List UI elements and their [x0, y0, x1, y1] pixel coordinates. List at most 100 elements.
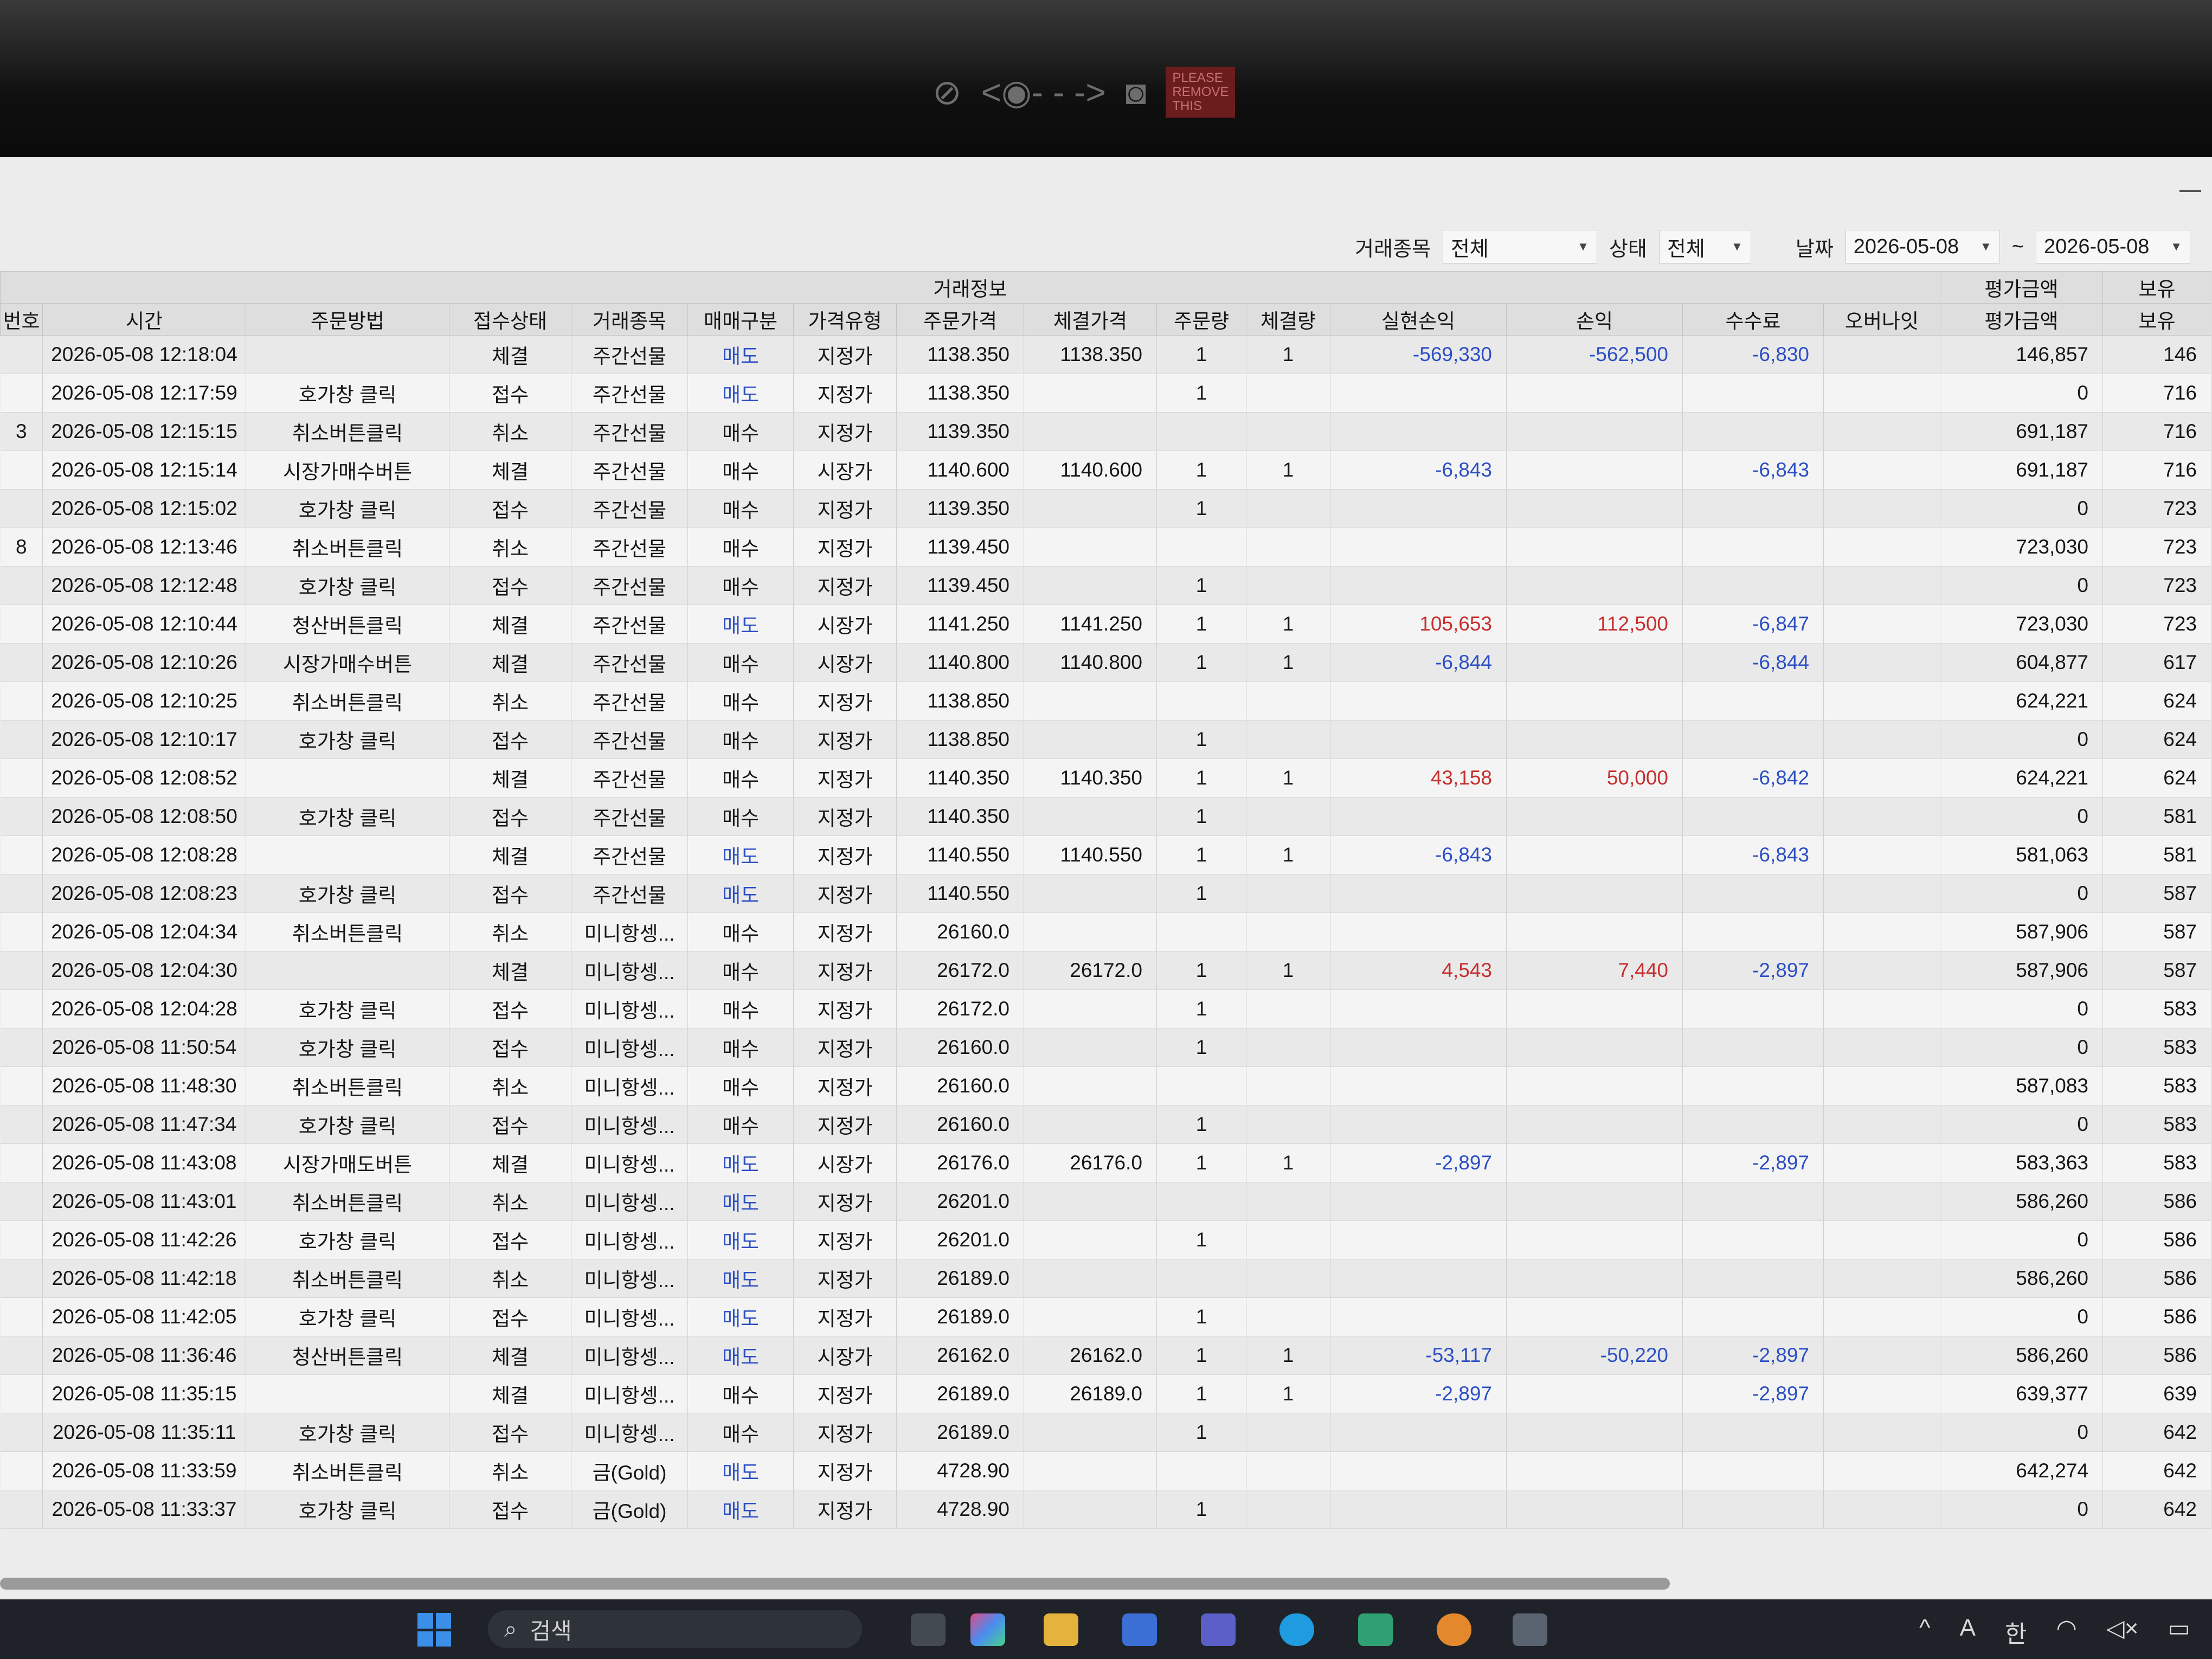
app-icon-green[interactable]: [1358, 1613, 1393, 1646]
table-row[interactable]: 2026-05-08 11:42:18 취소버튼클릭 취소 미니항셍... 매도 지정가 2…: [0, 1259, 2211, 1298]
table-row[interactable]: 2026-05-08 11:33:59 취소버튼클릭 취소 금(Gold) 매도 지정가 4…: [0, 1451, 2211, 1490]
app-icon-orange[interactable]: [1437, 1613, 1471, 1646]
cell-receipt-status: 체결: [449, 1143, 571, 1182]
cell-no: 8: [0, 528, 43, 567]
cell-order-qty: 1: [1156, 720, 1246, 759]
column-header-realized-pnl[interactable]: 실현손익: [1330, 303, 1507, 336]
cell-holding: 716: [2102, 451, 2211, 490]
table-row[interactable]: 2026-05-08 12:08:23 호가창 클릭 접수 주간선물 매도 지정가 1140…: [0, 874, 2211, 913]
cell-fill-price: [1024, 412, 1157, 451]
table-row[interactable]: 2026-05-08 12:04:30 체결 미니항셍... 매수 지정가 26172.0…: [0, 951, 2211, 990]
table-row[interactable]: 2026-05-08 12:15:14 시장가매수버튼 체결 주간선물 매수 시장가 114…: [0, 451, 2211, 490]
tray-font-indicator[interactable]: A: [1960, 1615, 1976, 1649]
table-row[interactable]: 2026-05-08 11:36:46 청산버튼클릭 체결 미니항셍... 매도 시장가 2…: [0, 1336, 2211, 1375]
cell-realized-pnl: [1330, 912, 1507, 951]
table-row[interactable]: 2026-05-08 11:42:05 호가창 클릭 접수 미니항셍... 매도 지정가 2…: [0, 1297, 2211, 1336]
table-row[interactable]: 2026-05-08 12:18:04 체결 주간선물 매도 지정가 1138.350 11…: [0, 335, 2211, 374]
edge-browser-icon[interactable]: [1279, 1613, 1314, 1646]
table-row[interactable]: 2026-05-08 12:08:28 체결 주간선물 매도 지정가 1140.550 11…: [0, 835, 2211, 874]
date-to-picker[interactable]: 2026-05-08 ▼: [2036, 230, 2190, 263]
table-row[interactable]: 2026-05-08 11:33:37 호가창 클릭 접수 금(Gold) 매도 지정가 4…: [0, 1490, 2211, 1529]
table-row[interactable]: 2026-05-08 12:10:26 시장가매수버튼 체결 주간선물 매수 시장가 114…: [0, 643, 2211, 682]
column-header-receipt-status[interactable]: 접수상태: [449, 303, 571, 336]
table-row[interactable]: 2026-05-08 12:12:48 호가창 클릭 접수 주간선물 매수 지정가 1139…: [0, 566, 2211, 605]
cell-order-method: 호가창 클릭: [246, 989, 449, 1028]
table-row[interactable]: 2026-05-08 11:42:26 호가창 클릭 접수 미니항셍... 매도 지정가 2…: [0, 1220, 2211, 1259]
cell-no: [0, 1182, 43, 1221]
battery-icon[interactable]: ▭: [2168, 1615, 2190, 1649]
table-row[interactable]: 2026-05-08 12:04:28 호가창 클릭 접수 미니항셍... 매수 지정가 2…: [0, 989, 2211, 1028]
table-row[interactable]: 2026-05-08 11:47:34 호가창 클릭 접수 미니항셍... 매수 지정가 2…: [0, 1105, 2211, 1144]
table-row[interactable]: 2026-05-08 12:15:02 호가창 클릭 접수 주간선물 매수 지정가 1139…: [0, 489, 2211, 528]
column-header-order-price[interactable]: 주문가격: [896, 303, 1024, 336]
column-header-commission[interactable]: 수수료: [1682, 303, 1824, 336]
cell-order-qty: 1: [1156, 1336, 1246, 1375]
cell-instrument: 주간선물: [571, 874, 688, 913]
column-header-order-qty[interactable]: 주문량: [1156, 303, 1246, 336]
teams-icon[interactable]: [1201, 1613, 1236, 1646]
cell-no: [0, 1259, 43, 1298]
tray-language-indicator[interactable]: 한: [2005, 1615, 2027, 1649]
table-row[interactable]: 2026-05-08 12:08:50 호가창 클릭 접수 주간선물 매수 지정가 1140…: [0, 797, 2211, 836]
table-row[interactable]: 2026-05-08 11:43:08 시장가매도버튼 체결 미니항셍... 매도 시장가…: [0, 1143, 2211, 1182]
wifi-icon[interactable]: ◠: [2056, 1615, 2076, 1649]
cell-order-price: 26201.0: [896, 1220, 1024, 1259]
date-from-picker[interactable]: 2026-05-08 ▼: [1845, 230, 2000, 263]
cell-instrument: 미니항셍...: [571, 1336, 688, 1375]
file-explorer-icon[interactable]: [1044, 1613, 1078, 1646]
table-row[interactable]: 2026-05-08 11:43:01 취소버튼클릭 취소 미니항셍... 매도 지정가 2…: [0, 1182, 2211, 1221]
status-filter-select[interactable]: 전체 ▼: [1658, 230, 1751, 263]
column-header-valuation[interactable]: 평가금액: [1940, 303, 2103, 336]
cell-commission: -6,844: [1682, 643, 1824, 682]
table-row[interactable]: 8 2026-05-08 12:13:46 취소버튼클릭 취소 주간선물 매수 지정가 113…: [0, 528, 2211, 567]
column-header-instrument[interactable]: 거래종목: [571, 303, 688, 336]
minimize-button[interactable]: [2179, 190, 2201, 192]
cell-side: 매수: [687, 643, 794, 682]
table-row[interactable]: 2026-05-08 12:08:52 체결 주간선물 매수 지정가 1140.350 11…: [0, 758, 2211, 798]
windows-start-icon[interactable]: [417, 1613, 451, 1647]
task-view-icon[interactable]: [911, 1613, 946, 1646]
cell-valuation: 0: [1940, 1490, 2103, 1529]
cell-valuation: 624,221: [1940, 758, 2103, 798]
cell-valuation: 723,030: [1940, 605, 2103, 644]
column-header-holding[interactable]: 보유: [2102, 303, 2211, 336]
table-row[interactable]: 2026-05-08 12:10:25 취소버튼클릭 취소 주간선물 매수 지정가 1138…: [0, 681, 2211, 721]
table-row[interactable]: 3 2026-05-08 12:15:15 취소버튼클릭 취소 주간선물 매수 지정가 113…: [0, 412, 2211, 451]
cell-fill-qty: [1246, 797, 1330, 836]
table-row[interactable]: 2026-05-08 11:35:15 체결 미니항셍... 매수 지정가 26189.0…: [0, 1374, 2211, 1413]
speaker-muted-icon[interactable]: ◁×: [2106, 1615, 2139, 1649]
column-header-price-type[interactable]: 가격유형: [793, 303, 897, 336]
column-header-no[interactable]: 번호: [0, 303, 43, 336]
app-icon-grey[interactable]: [1513, 1613, 1547, 1646]
taskbar-search-box[interactable]: ⌕ 검색: [488, 1610, 862, 1648]
table-row[interactable]: 2026-05-08 11:48:30 취소버튼클릭 취소 미니항셍... 매수 지정가 2…: [0, 1066, 2211, 1105]
table-row[interactable]: 2026-05-08 11:35:11 호가창 클릭 접수 미니항셍... 매수 지정가 2…: [0, 1413, 2211, 1452]
tray-chevron-icon[interactable]: ^: [1919, 1615, 1931, 1649]
cell-valuation: 639,377: [1940, 1374, 2103, 1413]
cell-time: 2026-05-08 11:33:59: [42, 1451, 246, 1490]
microsoft-store-icon[interactable]: [1122, 1613, 1157, 1646]
table-row[interactable]: 2026-05-08 12:10:44 청산버튼클릭 체결 주간선물 매도 시장가 1141…: [0, 605, 2211, 644]
cell-no: [0, 912, 43, 951]
column-header-fill-price[interactable]: 체결가격: [1024, 303, 1157, 336]
horizontal-scrollbar[interactable]: [0, 1578, 1670, 1590]
table-row[interactable]: 2026-05-08 12:10:17 호가창 클릭 접수 주간선물 매수 지정가 1138…: [0, 720, 2211, 759]
table-row[interactable]: 2026-05-08 12:17:59 호가창 클릭 접수 주간선물 매도 지정가 1138…: [0, 374, 2211, 413]
column-header-side[interactable]: 매매구분: [687, 303, 794, 336]
column-header-time[interactable]: 시간: [42, 303, 246, 336]
column-header-order-method[interactable]: 주문방법: [246, 303, 449, 336]
cell-instrument: 주간선물: [571, 681, 688, 721]
symbol-filter-select[interactable]: 전체 ▼: [1442, 230, 1597, 263]
table-row[interactable]: 2026-05-08 12:04:34 취소버튼클릭 취소 미니항셍... 매수 지정가 2…: [0, 912, 2211, 951]
cell-order-qty: 1: [1156, 874, 1246, 913]
table-row[interactable]: 2026-05-08 11:50:54 호가창 클릭 접수 미니항셍... 매수 지정가 2…: [0, 1028, 2211, 1067]
cell-commission: [1682, 1105, 1824, 1144]
column-header-fill-qty[interactable]: 체결량: [1246, 303, 1330, 336]
cell-realized-pnl: [1330, 720, 1507, 759]
cell-time: 2026-05-08 11:33:37: [42, 1490, 246, 1529]
column-header-pnl[interactable]: 손익: [1506, 303, 1683, 336]
copilot-icon[interactable]: [970, 1613, 1005, 1646]
cell-pnl: [1506, 643, 1683, 682]
cell-price-type: 지정가: [793, 566, 897, 605]
column-header-overnight[interactable]: 오버나잇: [1823, 303, 1940, 336]
